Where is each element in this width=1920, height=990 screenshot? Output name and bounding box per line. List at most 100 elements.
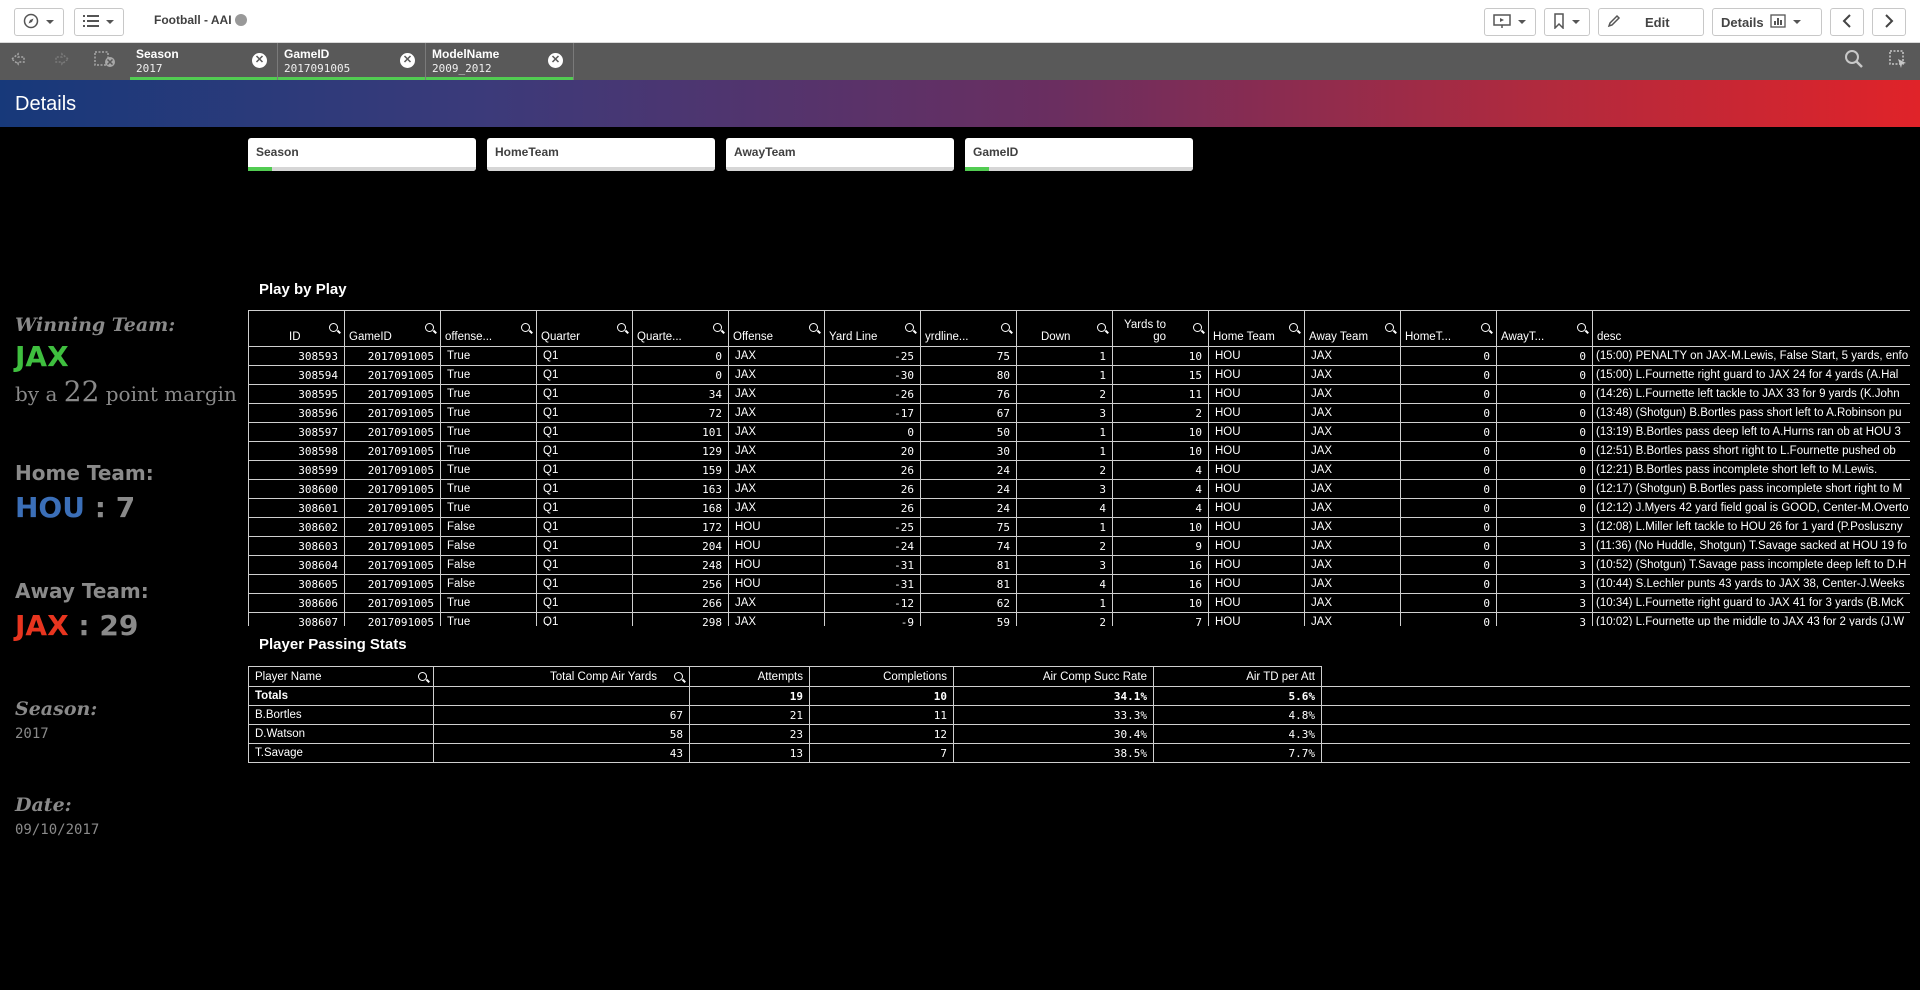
- table-cell[interactable]: True: [440, 403, 537, 423]
- table-cell[interactable]: 81: [920, 555, 1017, 575]
- table-cell[interactable]: 30.4%: [953, 724, 1154, 744]
- table-cell[interactable]: Q1: [536, 517, 633, 537]
- table-cell[interactable]: Q1: [536, 498, 633, 518]
- table-cell[interactable]: 3: [1016, 479, 1113, 499]
- player-passing-stats-table[interactable]: Player Name Total Comp Air Yards Attempts C…: [248, 666, 1910, 771]
- table-row[interactable]: 308605 2017091005 False Q1 256 HOU -31 81 4 16 HOU…: [248, 574, 1910, 594]
- table-row[interactable]: 308602 2017091005 False Q1 172 HOU -25 75 1 10 HOU…: [248, 517, 1910, 537]
- table-cell[interactable]: 67: [433, 705, 690, 725]
- table-cell[interactable]: False: [440, 517, 537, 537]
- filter-season[interactable]: Season: [248, 138, 476, 171]
- table-cell[interactable]: 11: [809, 705, 954, 725]
- table-row[interactable]: 308597 2017091005 True Q1 101 JAX 0 50 1 10 HOU JAX…: [248, 422, 1910, 442]
- table-cell[interactable]: 101: [632, 422, 729, 442]
- table-cell[interactable]: -25: [824, 346, 921, 366]
- edit-button[interactable]: Edit: [1598, 8, 1704, 36]
- table-cell[interactable]: 0: [1400, 365, 1497, 385]
- search-icon[interactable]: [1193, 323, 1202, 332]
- table-cell[interactable]: 10: [1112, 593, 1209, 613]
- table-cell[interactable]: 11: [1112, 384, 1209, 404]
- table-row[interactable]: 308593 2017091005 True Q1 0 JAX -25 75 1 10 HOU JAX…: [248, 346, 1910, 366]
- table-cell[interactable]: 0: [632, 365, 729, 385]
- table-cell[interactable]: JAX: [1304, 517, 1401, 537]
- table-cell[interactable]: HOU: [1208, 517, 1305, 537]
- table-cell[interactable]: -17: [824, 403, 921, 423]
- table-cell[interactable]: JAX: [1304, 555, 1401, 575]
- table-row[interactable]: 308599 2017091005 True Q1 159 JAX 26 24 2 4 HOU JAX…: [248, 460, 1910, 480]
- table-cell[interactable]: 26: [824, 479, 921, 499]
- search-icon[interactable]: [713, 323, 722, 332]
- table-row[interactable]: 308607 2017091005 True Q1 298 JAX -9 59 2 7 HOU JAX…: [248, 612, 1910, 626]
- table-cell[interactable]: (15:00) L.Fournette right guard to JAX 2…: [1592, 365, 1910, 385]
- table-cell[interactable]: JAX: [1304, 574, 1401, 594]
- pbp-column-header[interactable]: Yard Line: [824, 310, 921, 347]
- table-cell[interactable]: 172: [632, 517, 729, 537]
- table-cell[interactable]: 72: [632, 403, 729, 423]
- table-cell[interactable]: 0: [1496, 365, 1593, 385]
- table-row[interactable]: 308606 2017091005 True Q1 266 JAX -12 62 1 10 HOU J…: [248, 593, 1910, 613]
- table-cell[interactable]: 308600: [248, 479, 345, 499]
- table-cell[interactable]: HOU: [1208, 593, 1305, 613]
- table-cell[interactable]: 0: [1400, 555, 1497, 575]
- table-cell[interactable]: HOU: [1208, 498, 1305, 518]
- table-cell[interactable]: 308598: [248, 441, 345, 461]
- table-cell[interactable]: HOU: [1208, 365, 1305, 385]
- filter-gameid[interactable]: GameID: [965, 138, 1193, 171]
- table-cell[interactable]: HOU: [728, 555, 825, 575]
- table-cell[interactable]: 204: [632, 536, 729, 556]
- table-cell[interactable]: 256: [632, 574, 729, 594]
- table-cell[interactable]: 81: [920, 574, 1017, 594]
- table-cell[interactable]: True: [440, 593, 537, 613]
- table-cell[interactable]: 34.1%: [953, 686, 1154, 706]
- table-cell[interactable]: JAX: [1304, 403, 1401, 423]
- close-icon[interactable]: ✕: [252, 53, 267, 68]
- search-icon[interactable]: [521, 323, 530, 332]
- table-cell[interactable]: Q1: [536, 479, 633, 499]
- pps-column-header[interactable]: Completions: [809, 666, 954, 687]
- table-cell[interactable]: JAX: [728, 479, 825, 499]
- table-cell[interactable]: Q1: [536, 384, 633, 404]
- table-cell[interactable]: 1: [1016, 422, 1113, 442]
- table-cell[interactable]: (10:34) L.Fournette right guard to JAX 4…: [1592, 593, 1910, 613]
- table-cell[interactable]: 308594: [248, 365, 345, 385]
- table-cell[interactable]: T.Savage: [248, 743, 434, 763]
- table-row[interactable]: T.Savage 43 13 7 38.5% 7.7%: [248, 743, 1910, 763]
- search-icon[interactable]: [1001, 323, 1010, 332]
- table-cell[interactable]: (12:21) B.Bortles pass incomplete short …: [1592, 460, 1910, 480]
- table-cell[interactable]: (13:19) B.Bortles pass deep left to A.Hu…: [1592, 422, 1910, 442]
- totals-row[interactable]: Totals 19 10 34.1% 5.6%: [248, 686, 1910, 706]
- table-cell[interactable]: JAX: [1304, 498, 1401, 518]
- table-cell[interactable]: (15:00) PENALTY on JAX-M.Lewis, False St…: [1592, 346, 1910, 366]
- search-icon[interactable]: [418, 672, 427, 681]
- table-cell[interactable]: 5.6%: [1153, 686, 1322, 706]
- table-cell[interactable]: HOU: [1208, 574, 1305, 594]
- table-cell[interactable]: 2017091005: [344, 612, 441, 626]
- table-cell[interactable]: 248: [632, 555, 729, 575]
- search-icon[interactable]: [425, 323, 434, 332]
- search-icon[interactable]: [1289, 323, 1298, 332]
- table-cell[interactable]: 2: [1016, 460, 1113, 480]
- table-cell[interactable]: [433, 686, 690, 706]
- table-cell[interactable]: False: [440, 555, 537, 575]
- table-cell[interactable]: 298: [632, 612, 729, 626]
- table-row[interactable]: D.Watson 58 23 12 30.4% 4.3%: [248, 724, 1910, 744]
- table-cell[interactable]: 266: [632, 593, 729, 613]
- table-cell[interactable]: 0: [1400, 517, 1497, 537]
- close-icon[interactable]: ✕: [548, 53, 563, 68]
- table-cell[interactable]: JAX: [728, 441, 825, 461]
- search-icon[interactable]: [1577, 323, 1586, 332]
- table-cell[interactable]: 15: [1112, 365, 1209, 385]
- table-cell[interactable]: 0: [1496, 479, 1593, 499]
- pbp-column-header[interactable]: HomeT...: [1400, 310, 1497, 347]
- pbp-column-header[interactable]: AwayT...: [1496, 310, 1593, 347]
- table-cell[interactable]: 0: [824, 422, 921, 442]
- table-cell[interactable]: 0: [632, 346, 729, 366]
- table-cell[interactable]: 75: [920, 346, 1017, 366]
- table-cell[interactable]: JAX: [728, 384, 825, 404]
- table-cell[interactable]: 24: [920, 460, 1017, 480]
- table-cell[interactable]: 308593: [248, 346, 345, 366]
- filter-awayteam[interactable]: AwayTeam: [726, 138, 954, 171]
- table-cell[interactable]: 2017091005: [344, 479, 441, 499]
- table-cell[interactable]: D.Watson: [248, 724, 434, 744]
- table-cell[interactable]: 23: [689, 724, 810, 744]
